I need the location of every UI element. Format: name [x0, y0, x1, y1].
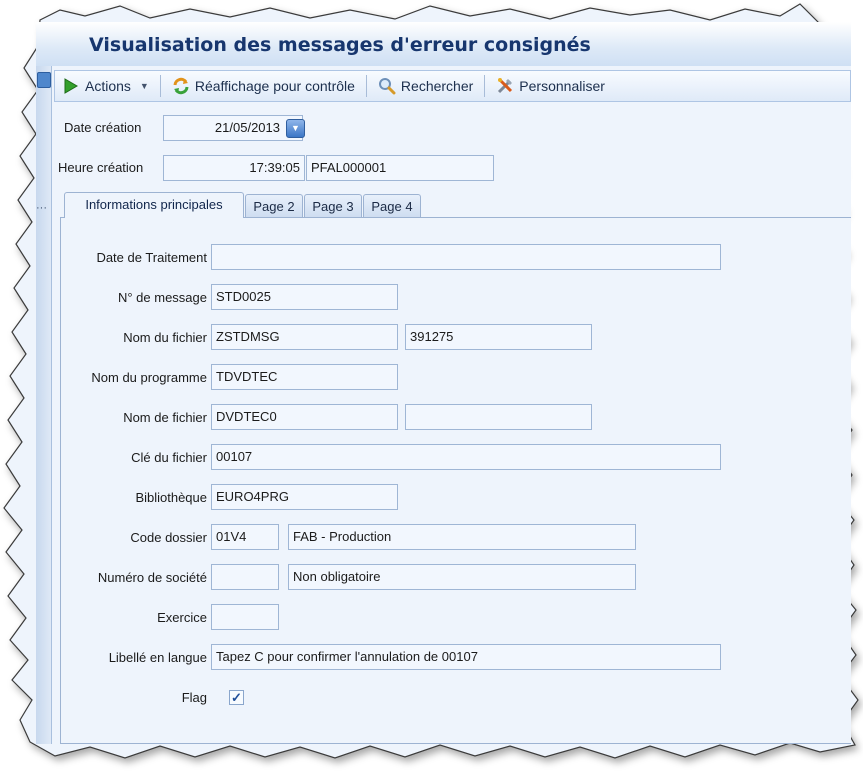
nom-de-fichier-extra-field[interactable] — [405, 404, 592, 430]
refresh-icon — [172, 77, 190, 95]
code-dossier-description: FAB - Production — [288, 524, 636, 550]
heure-creation-field[interactable]: 17:39:05 — [163, 155, 305, 181]
tab-informations-principales[interactable]: Informations principales — [64, 192, 244, 218]
search-label: Rechercher — [400, 78, 474, 94]
libelle-label: Libellé en langue — [108, 650, 207, 665]
refresh-button[interactable]: Réaffichage pour contrôle — [165, 73, 362, 99]
exercice-label: Exercice — [157, 610, 207, 625]
date-creation-label: Date création — [64, 120, 142, 135]
refresh-label: Réaffichage pour contrôle — [194, 78, 355, 94]
nom-de-fichier-field[interactable]: DVDTEC0 — [211, 404, 398, 430]
num-societe-label: Numéro de société — [97, 570, 207, 585]
num-message-label: N° de message — [117, 290, 207, 305]
actions-label: Actions — [85, 78, 131, 94]
title-bar: Visualisation des messages d'erreur cons… — [36, 22, 851, 66]
cle-fichier-field[interactable]: 00107 — [211, 444, 721, 470]
code-dossier-field[interactable]: 01V4 — [211, 524, 279, 550]
flag-checkbox[interactable]: ✓ — [229, 690, 244, 705]
toolbar: Actions ▼ Réaffichage pour contrôle Rech… — [54, 70, 851, 102]
num-message-field[interactable]: STD0025 — [211, 284, 398, 310]
nom-de-fichier-label: Nom de fichier — [123, 410, 207, 425]
cle-fichier-label: Clé du fichier — [131, 450, 207, 465]
heure-creation-label: Heure création — [58, 160, 144, 175]
num-societe-description: Non obligatoire — [288, 564, 636, 590]
left-side-rail: ··· — [36, 66, 52, 744]
toolbar-separator — [484, 75, 486, 97]
flag-label: Flag — [181, 690, 207, 705]
date-creation-field[interactable]: 21/05/2013 — [163, 115, 303, 141]
nom-fichier-field[interactable]: ZSTDMSG — [211, 324, 398, 350]
search-icon — [378, 77, 396, 95]
chevron-down-icon: ▼ — [139, 81, 149, 91]
nom-programme-label: Nom du programme — [91, 370, 207, 385]
bibliotheque-field[interactable]: EURO4PRG — [211, 484, 398, 510]
panel-toggle-icon[interactable] — [37, 72, 51, 88]
toolbar-separator — [159, 75, 161, 97]
user-field[interactable]: PFAL000001 — [306, 155, 494, 181]
search-button[interactable]: Rechercher — [371, 73, 480, 99]
nom-fichier-id-field[interactable]: 391275 — [405, 324, 592, 350]
actions-button[interactable]: Actions ▼ — [55, 73, 156, 99]
splitter-grip[interactable]: ··· — [36, 202, 47, 214]
window-title: Visualisation des messages d'erreur cons… — [89, 34, 591, 56]
bibliotheque-label: Bibliothèque — [135, 490, 207, 505]
date-traitement-label: Date de Traitement — [96, 250, 207, 265]
customize-button[interactable]: Personnaliser — [489, 73, 612, 99]
calendar-dropdown-icon[interactable]: ▼ — [286, 119, 305, 138]
nom-fichier-label: Nom du fichier — [123, 330, 207, 345]
exercice-field[interactable] — [211, 604, 279, 630]
play-icon — [62, 77, 80, 95]
tools-icon — [496, 77, 514, 95]
code-dossier-label: Code dossier — [130, 530, 207, 545]
libelle-field[interactable]: Tapez C pour confirmer l'annulation de 0… — [211, 644, 721, 670]
tab-page-2[interactable]: Page 2 — [245, 194, 303, 218]
date-traitement-field[interactable] — [211, 244, 721, 270]
toolbar-separator — [365, 75, 367, 97]
app-window: Visualisation des messages d'erreur cons… — [36, 22, 851, 744]
tab-page-3[interactable]: Page 3 — [304, 194, 362, 218]
num-societe-field[interactable] — [211, 564, 279, 590]
customize-label: Personnaliser — [519, 78, 605, 94]
nom-programme-field[interactable]: TDVDTEC — [211, 364, 398, 390]
tab-page-4[interactable]: Page 4 — [363, 194, 421, 218]
